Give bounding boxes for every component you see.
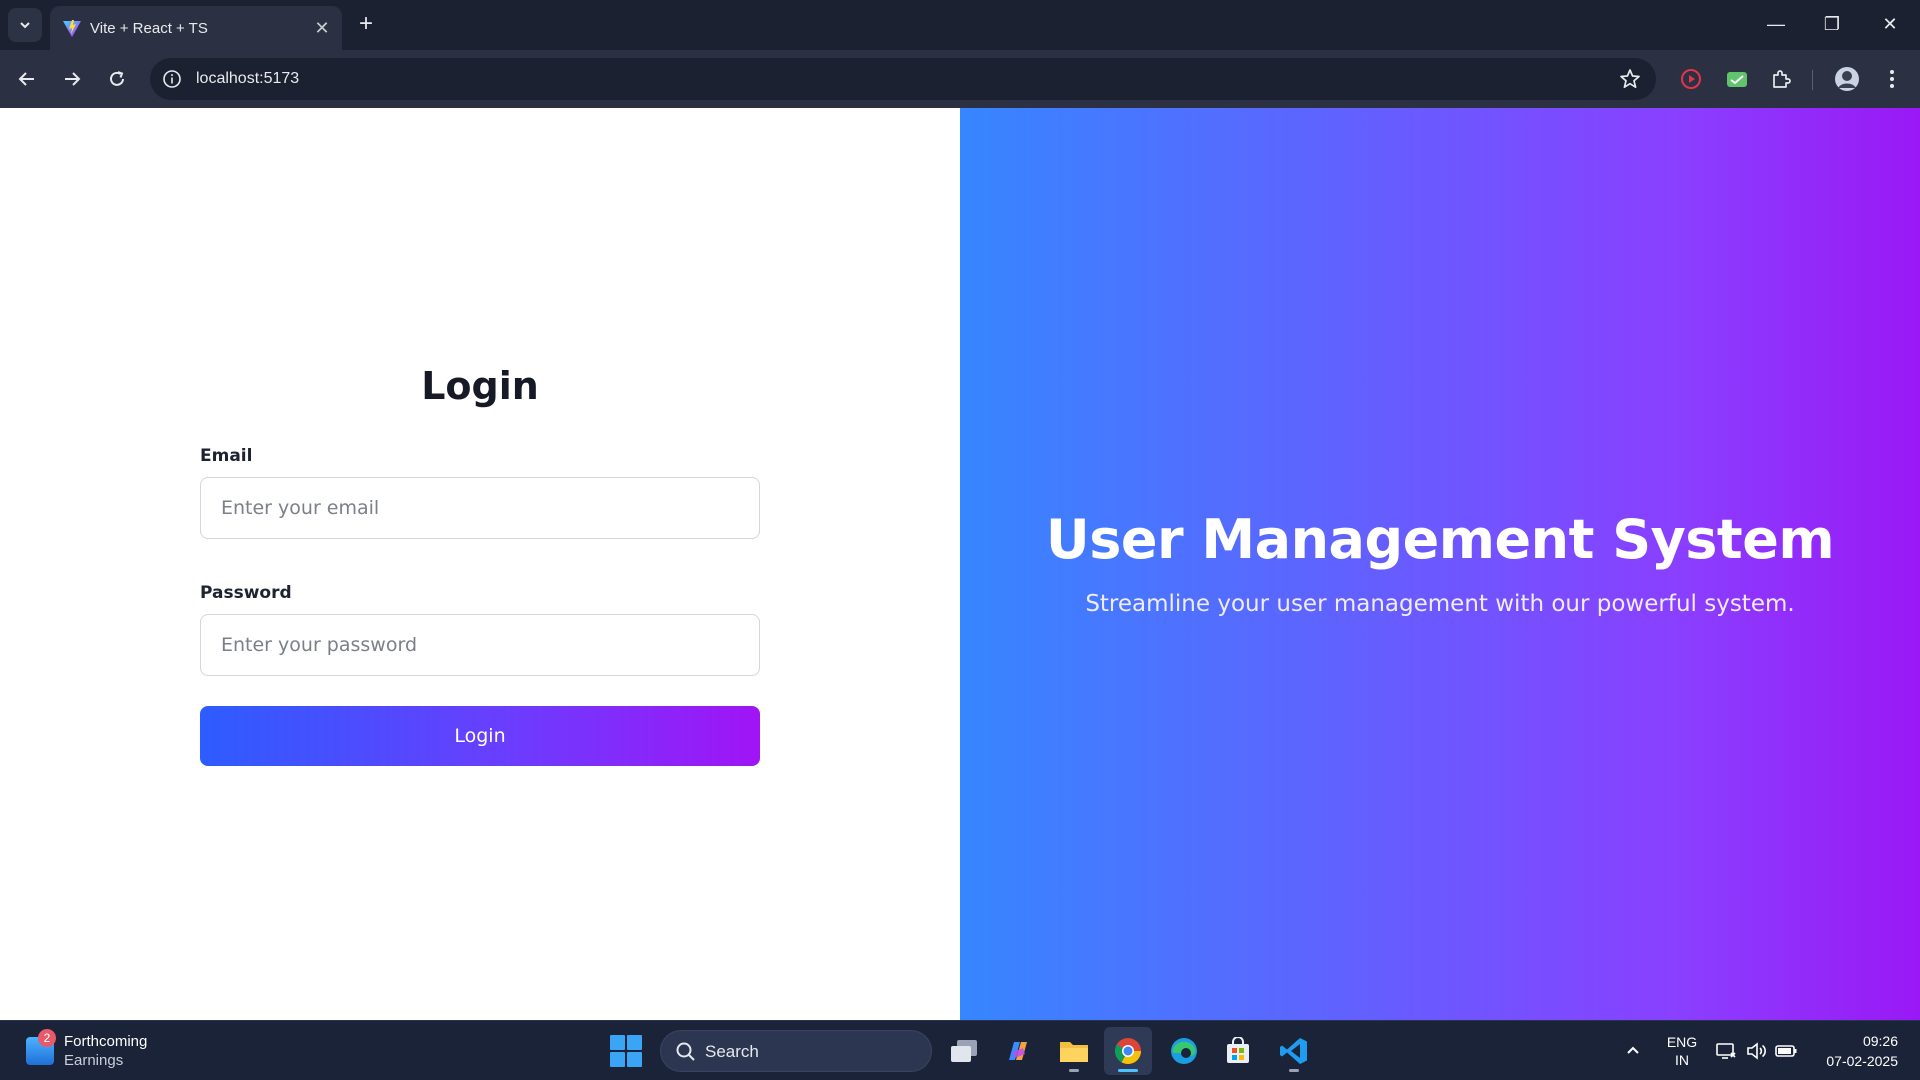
language-code: ENG [1666,1034,1698,1050]
copilot-icon [1009,1042,1027,1060]
windows-logo-tile [627,1052,642,1067]
reload-icon [110,71,124,86]
windows-logo-tile [610,1035,625,1050]
login-form: Login Email Password Login [200,364,760,766]
browser-tab-bar: Vite + React + TS ✕ + — ❐ ✕ [0,0,1920,50]
windows-logo-tile [610,1052,625,1067]
page-viewport: Login Email Password Login User Manageme… [0,108,1920,1020]
input-language-indicator[interactable]: ENG IN [1662,1033,1702,1069]
windows-taskbar: 2 Forthcoming Earnings Search ENG IN 09:… [0,1020,1920,1080]
close-window-button[interactable]: ✕ [1870,10,1910,38]
store-icon [1227,1037,1249,1063]
email-field-group: Email [200,446,760,539]
network-icon[interactable] [1714,1039,1738,1063]
clock-time: 09:26 [1862,1033,1898,1049]
volume-icon[interactable] [1744,1039,1768,1063]
minimize-window-button[interactable]: — [1756,10,1796,38]
active-indicator [1118,1069,1138,1072]
forward-button[interactable] [55,62,89,96]
recorder-extension-icon[interactable] [1674,62,1708,96]
url-text[interactable]: localhost:5173 [196,70,299,88]
running-indicator [1289,1069,1299,1072]
edge-button[interactable] [1160,1027,1208,1075]
back-button[interactable] [10,62,44,96]
email-field[interactable] [200,477,760,539]
password-label: Password [200,583,292,603]
microsoft-store-button[interactable] [1214,1027,1262,1075]
mail-extension-icon[interactable] [1720,62,1754,96]
chevron-down-icon [20,22,30,29]
file-explorer-button[interactable] [1050,1027,1098,1075]
chrome-icon [1114,1038,1142,1065]
vscode-button[interactable] [1270,1027,1318,1075]
clock-date: 07-02-2025 [1826,1053,1898,1069]
task-view-button[interactable] [940,1027,988,1075]
restore-window-button[interactable]: ❐ [1812,10,1852,38]
vite-logo-icon [63,20,81,37]
chrome-button[interactable] [1104,1027,1152,1075]
close-tab-icon[interactable]: ✕ [312,18,332,38]
more-menu-icon[interactable] [1875,62,1909,96]
windows-logo-tile [627,1035,642,1050]
address-bar[interactable]: localhost:5173 [150,58,1656,100]
arrow-left-icon [18,72,34,86]
search-label: Search [705,1042,759,1061]
tab-search-button[interactable] [8,8,42,42]
show-hidden-icons-button[interactable] [1620,1037,1646,1063]
vscode-icon [1280,1038,1307,1064]
folder-icon [1060,1042,1088,1062]
password-field-group: Password [200,583,760,676]
bookmark-star-icon[interactable] [1618,67,1642,91]
widget-notification-badge: 2 [38,1029,56,1047]
tab-title: Vite + React + TS [90,20,208,37]
hero-subtitle: Streamline your user management with our… [1085,591,1795,617]
reload-button[interactable] [100,62,134,96]
profile-avatar[interactable] [1830,62,1864,96]
task-view-icon [951,1040,977,1062]
widget-subtitle: Earnings [64,1052,124,1069]
hero-content: User Management System Streamline your u… [960,508,1920,617]
browser-toolbar: localhost:5173 [0,50,1920,108]
region-code: IN [1675,1052,1689,1068]
running-indicator [1069,1069,1079,1072]
clock[interactable]: 09:26 07-02-2025 [1808,1031,1898,1071]
login-heading: Login [421,364,539,408]
chevron-up-icon [1627,1046,1639,1054]
search-icon [676,1042,695,1061]
extensions-puzzle-icon[interactable] [1764,62,1798,96]
hero-title: User Management System [1045,508,1835,571]
browser-tab[interactable]: Vite + React + TS ✕ [50,6,342,50]
copilot-button[interactable] [994,1027,1042,1075]
site-info-icon[interactable] [160,67,184,91]
widget-title: Forthcoming [64,1033,148,1050]
new-tab-button[interactable]: + [352,10,380,38]
taskbar-search[interactable]: Search [660,1030,932,1072]
battery-icon[interactable] [1774,1039,1798,1063]
email-label: Email [200,446,253,466]
widgets-button[interactable]: 2 Forthcoming Earnings [24,1029,224,1071]
edge-icon [1171,1038,1197,1064]
arrow-right-icon [65,72,81,86]
login-button[interactable]: Login [200,706,760,766]
hero-panel: User Management System Streamline your u… [960,108,1920,1020]
login-pane: Login Email Password Login [0,108,960,1020]
password-field[interactable] [200,614,760,676]
start-button[interactable] [610,1035,642,1067]
toolbar-divider [1812,70,1813,90]
